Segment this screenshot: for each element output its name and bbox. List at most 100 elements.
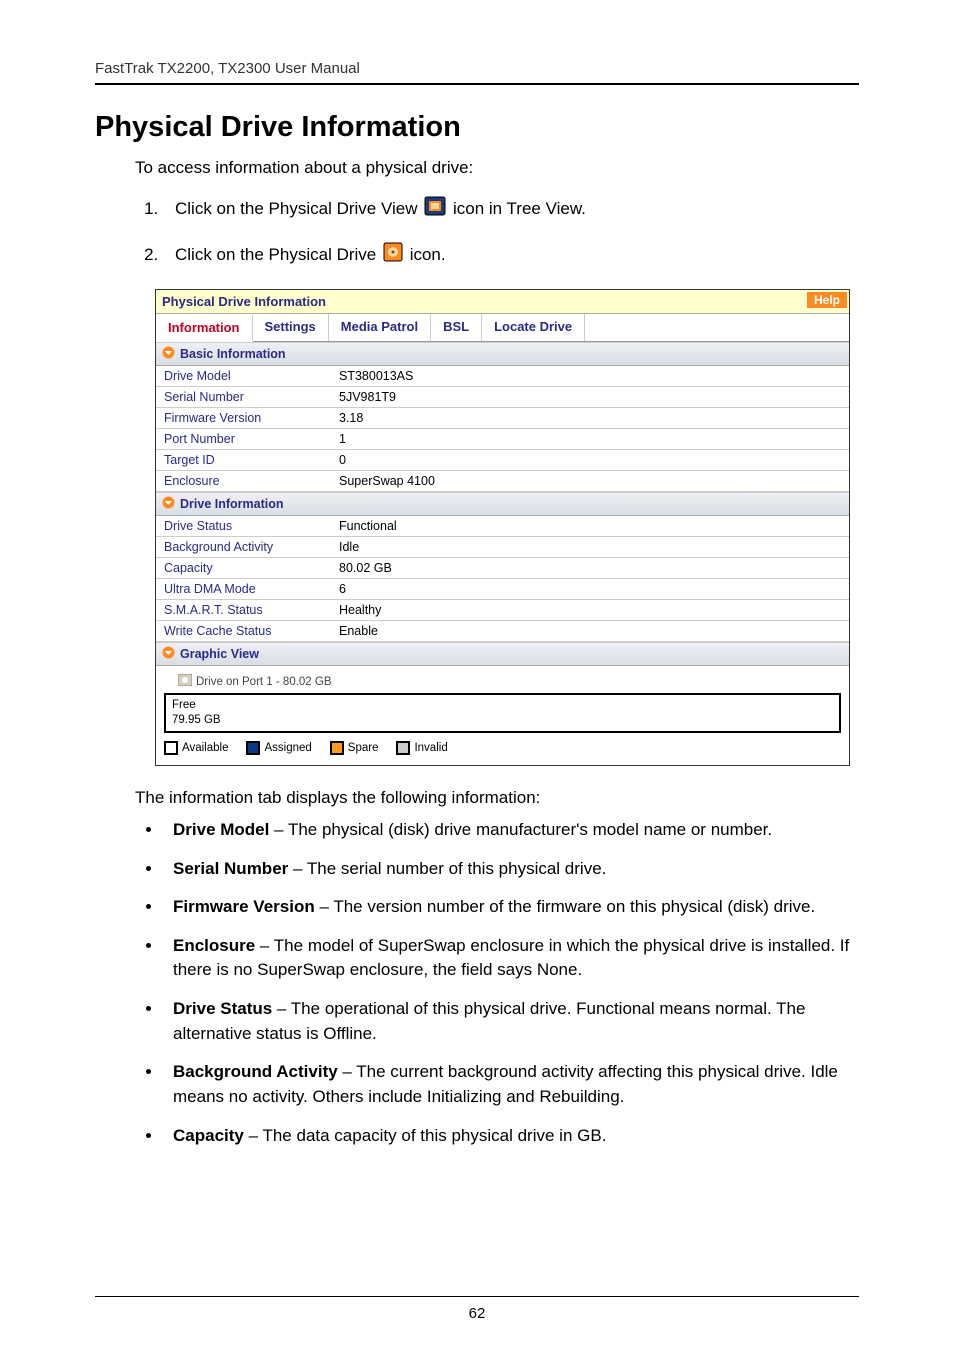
term: Background Activity [173, 1062, 338, 1081]
table-row: Drive ModelST380013AS [156, 366, 849, 387]
section-basic-label: Basic Information [180, 347, 286, 361]
section-graphic-label: Graphic View [180, 647, 259, 661]
legend-invalid-label: Invalid [414, 742, 447, 754]
kv-key: Write Cache Status [156, 621, 331, 642]
drive-mini-icon [178, 674, 192, 689]
kv-value: ST380013AS [331, 366, 849, 387]
intro-text: To access information about a physical d… [135, 158, 859, 178]
tab-information[interactable]: Information [156, 315, 253, 342]
graphic-view-body: Drive on Port 1 - 80.02 GB Free 79.95 GB… [156, 666, 849, 765]
physical-drive-icon [383, 242, 403, 270]
step-1: Click on the Physical Drive View icon in… [163, 196, 859, 224]
term: Capacity [173, 1126, 244, 1145]
tab-locate-drive[interactable]: Locate Drive [482, 314, 585, 341]
drive-on-port-text: Drive on Port 1 - 80.02 GB [196, 676, 332, 688]
step-1-text-b: icon in Tree View. [453, 199, 586, 218]
kv-key: Ultra DMA Mode [156, 579, 331, 600]
physical-drive-view-icon [424, 196, 446, 224]
legend-assigned: Assigned [246, 741, 311, 755]
usage-legend: Available Assigned Spare Invalid [164, 741, 841, 755]
tab-media-patrol[interactable]: Media Patrol [329, 314, 431, 341]
collapse-icon[interactable] [162, 496, 175, 512]
definition: – The data capacity of this physical dri… [244, 1126, 607, 1145]
table-row: Firmware Version3.18 [156, 408, 849, 429]
running-header: FastTrak TX2200, TX2300 User Manual [95, 60, 859, 77]
usage-free-label: Free [172, 698, 833, 713]
table-row: Drive StatusFunctional [156, 516, 849, 537]
kv-key: Port Number [156, 429, 331, 450]
step-2-text-b: icon. [410, 245, 446, 264]
kv-value: Functional [331, 516, 849, 537]
legend-invalid: Invalid [396, 741, 447, 755]
table-row: S.M.A.R.T. StatusHealthy [156, 600, 849, 621]
kv-key: Enclosure [156, 471, 331, 492]
definition: – The model of SuperSwap enclosure in wh… [173, 936, 849, 980]
list-item: Enclosure – The model of SuperSwap enclo… [163, 934, 859, 983]
collapse-icon[interactable] [162, 346, 175, 362]
kv-value: 80.02 GB [331, 558, 849, 579]
kv-key: Capacity [156, 558, 331, 579]
header-rule [95, 83, 859, 85]
section-basic-information: Basic Information [156, 342, 849, 366]
swatch-invalid [396, 741, 410, 755]
table-row: EnclosureSuperSwap 4100 [156, 471, 849, 492]
table-row: Background ActivityIdle [156, 537, 849, 558]
step-2-text-a: Click on the Physical Drive [175, 245, 381, 264]
list-item: Drive Model – The physical (disk) drive … [163, 818, 859, 843]
help-button[interactable]: Help [807, 292, 847, 308]
kv-value: Healthy [331, 600, 849, 621]
collapse-icon[interactable] [162, 646, 175, 662]
section-drive-label: Drive Information [180, 497, 284, 511]
legend-available-label: Available [182, 742, 228, 754]
step-1-text-a: Click on the Physical Drive View [175, 199, 422, 218]
table-row: Target ID0 [156, 450, 849, 471]
definition: – The physical (disk) drive manufacturer… [269, 820, 772, 839]
kv-value: Idle [331, 537, 849, 558]
kv-key: Background Activity [156, 537, 331, 558]
table-row: Write Cache StatusEnable [156, 621, 849, 642]
kv-key: Drive Model [156, 366, 331, 387]
basic-info-table: Drive ModelST380013AS Serial Number5JV98… [156, 366, 849, 492]
term: Serial Number [173, 859, 288, 878]
swatch-assigned [246, 741, 260, 755]
legend-assigned-label: Assigned [264, 742, 311, 754]
table-row: Port Number1 [156, 429, 849, 450]
kv-value: 0 [331, 450, 849, 471]
capacity-usage-bar: Free 79.95 GB [164, 693, 841, 733]
legend-available: Available [164, 741, 228, 755]
drive-info-table: Drive StatusFunctional Background Activi… [156, 516, 849, 642]
description-list: Drive Model – The physical (disk) drive … [135, 818, 859, 1148]
definition: – The serial number of this physical dri… [288, 859, 606, 878]
list-item: Background Activity – The current backgr… [163, 1060, 859, 1109]
kv-value: 3.18 [331, 408, 849, 429]
legend-spare: Spare [330, 741, 379, 755]
kv-key: Target ID [156, 450, 331, 471]
step-2: Click on the Physical Drive icon. [163, 242, 859, 270]
list-item: Drive Status – The operational of this p… [163, 997, 859, 1046]
term: Drive Status [173, 999, 272, 1018]
page-title: Physical Drive Information [95, 111, 859, 144]
kv-value: 5JV981T9 [331, 387, 849, 408]
after-screenshot-text: The information tab displays the followi… [135, 788, 859, 808]
kv-key: Firmware Version [156, 408, 331, 429]
term: Enclosure [173, 936, 255, 955]
kv-value: Enable [331, 621, 849, 642]
swatch-available [164, 741, 178, 755]
steps-list: Click on the Physical Drive View icon in… [135, 196, 859, 269]
list-item: Capacity – The data capacity of this phy… [163, 1124, 859, 1149]
drive-on-port-label: Drive on Port 1 - 80.02 GB [178, 674, 841, 689]
section-graphic-view: Graphic View [156, 642, 849, 666]
kv-key: Serial Number [156, 387, 331, 408]
tab-bsl[interactable]: BSL [431, 314, 482, 341]
kv-value: 6 [331, 579, 849, 600]
kv-key: Drive Status [156, 516, 331, 537]
panel-titlebar: Physical Drive Information Help [156, 290, 849, 314]
table-row: Ultra DMA Mode6 [156, 579, 849, 600]
list-item: Serial Number – The serial number of thi… [163, 857, 859, 882]
panel-title: Physical Drive Information [162, 294, 326, 309]
kv-value: SuperSwap 4100 [331, 471, 849, 492]
tab-settings[interactable]: Settings [253, 314, 329, 341]
kv-key: S.M.A.R.T. Status [156, 600, 331, 621]
section-drive-information: Drive Information [156, 492, 849, 516]
list-item: Firmware Version – The version number of… [163, 895, 859, 920]
